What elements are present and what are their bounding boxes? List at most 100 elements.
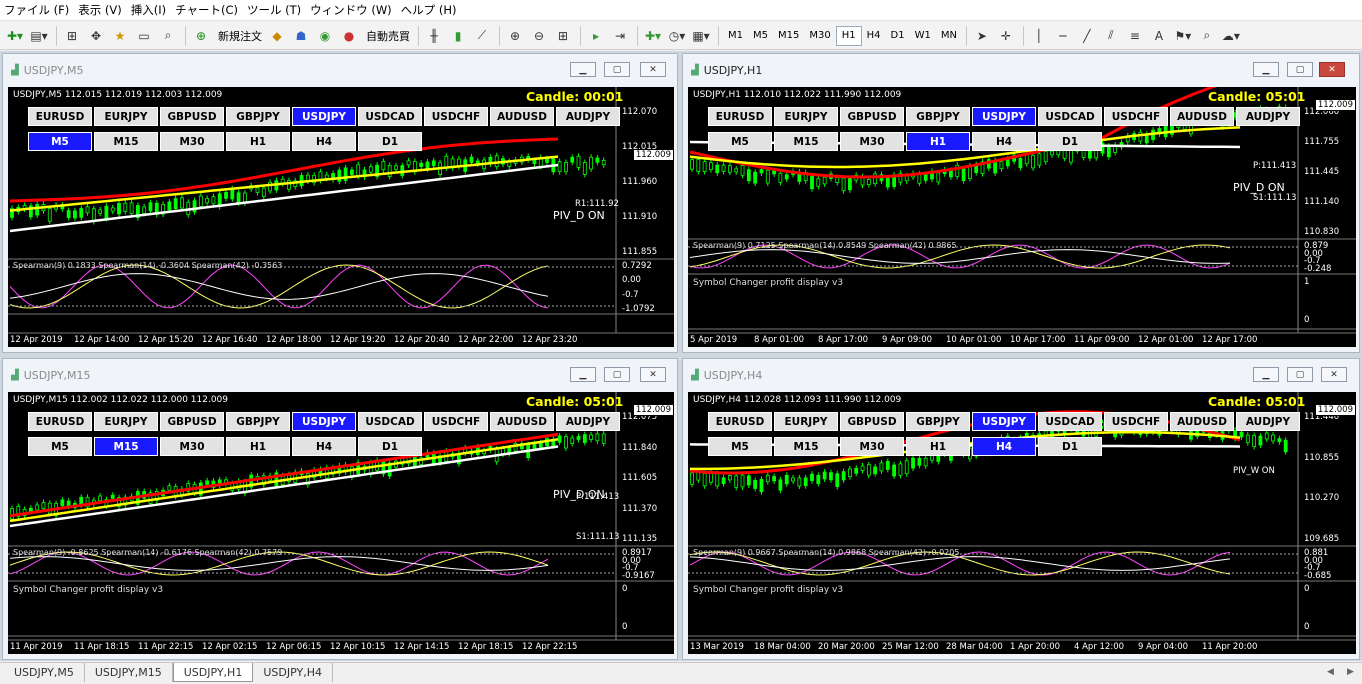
window-titlebar[interactable]: ▟ USDJPY,M15 ▁ ▢ ✕ xyxy=(3,359,677,392)
profiles-icon[interactable]: ▤▾ xyxy=(28,25,50,47)
window-titlebar[interactable]: ▟ USDJPY,H4 ▁ ▢ ✕ xyxy=(683,359,1359,392)
data-window-icon[interactable]: ✥ xyxy=(85,25,107,47)
period-button-h4[interactable]: H4 xyxy=(292,437,356,456)
meta-editor-icon[interactable]: ◆ xyxy=(266,25,288,47)
symbol-button-gbpjpy[interactable]: GBPJPY xyxy=(906,412,970,431)
menu-tools[interactable]: ツール (T) xyxy=(247,2,310,18)
chart-canvas[interactable] xyxy=(688,392,1356,654)
symbol-button-usdcad[interactable]: USDCAD xyxy=(1038,412,1102,431)
tester-icon[interactable]: ⌕ xyxy=(157,25,179,47)
autoscroll-icon[interactable]: ▸ xyxy=(585,25,607,47)
minimize-button[interactable]: ▁ xyxy=(1253,367,1279,382)
close-button[interactable]: ✕ xyxy=(1321,367,1347,382)
period-button-m30[interactable]: M30 xyxy=(840,132,904,151)
cursor-icon[interactable]: ➤ xyxy=(971,25,993,47)
symbol-button-usdjpy[interactable]: USDJPY xyxy=(972,107,1036,126)
new-chart-icon[interactable]: ✚▾ xyxy=(4,25,26,47)
period-button-h1[interactable]: H1 xyxy=(906,437,970,456)
symbol-button-usdjpy[interactable]: USDJPY xyxy=(292,107,356,126)
minimize-button[interactable]: ▁ xyxy=(570,62,596,77)
trendline-icon[interactable]: ╱ xyxy=(1076,25,1098,47)
period-button-h1[interactable]: H1 xyxy=(906,132,970,151)
symbol-button-usdchf[interactable]: USDCHF xyxy=(1104,412,1168,431)
symbol-button-gbpusd[interactable]: GBPUSD xyxy=(840,107,904,126)
chart-canvas[interactable] xyxy=(8,392,674,654)
period-button-d1[interactable]: D1 xyxy=(358,437,422,456)
tab-scroll-right-icon[interactable]: ▶ xyxy=(1347,667,1354,677)
symbol-button-audjpy[interactable]: AUDJPY xyxy=(1236,107,1300,126)
chart-window-h1[interactable]: ▟ USDJPY,H1 ▁ ▢ ✕ USDJPY,H1 112.010 112.… xyxy=(682,53,1360,353)
timeframe-w1[interactable]: W1 xyxy=(910,26,936,46)
chart-window-m5[interactable]: ▟ USDJPY,M5 ▁ ▢ ✕ USDJPY,M5 112.015 112.… xyxy=(2,53,678,353)
symbol-button-audjpy[interactable]: AUDJPY xyxy=(556,412,620,431)
period-button-m15[interactable]: M15 xyxy=(94,437,158,456)
text-icon[interactable]: A xyxy=(1148,25,1170,47)
symbol-button-gbpusd[interactable]: GBPUSD xyxy=(160,107,224,126)
menu-file[interactable]: ファイル (F) xyxy=(4,2,78,18)
auto-trade-button[interactable]: 自動売買 xyxy=(362,28,414,44)
chart-area[interactable]: USDJPY,H4 112.028 112.093 111.990 112.00… xyxy=(688,392,1356,654)
timeframe-m5[interactable]: M5 xyxy=(748,26,773,46)
period-button-h1[interactable]: H1 xyxy=(226,437,290,456)
symbol-button-audjpy[interactable]: AUDJPY xyxy=(1236,412,1300,431)
templates-icon[interactable]: ▦▾ xyxy=(690,25,712,47)
menu-view[interactable]: 表示 (V) xyxy=(78,2,131,18)
minimize-button[interactable]: ▁ xyxy=(570,367,596,382)
line-chart-icon[interactable]: ⟋ xyxy=(471,25,493,47)
symbol-button-gbpjpy[interactable]: GBPJPY xyxy=(226,412,290,431)
symbol-button-gbpusd[interactable]: GBPUSD xyxy=(160,412,224,431)
vertical-line-icon[interactable]: │ xyxy=(1028,25,1050,47)
symbol-button-usdjpy[interactable]: USDJPY xyxy=(972,412,1036,431)
arrows-icon[interactable]: ⚑▾ xyxy=(1172,25,1194,47)
tab-usdjpy-m5[interactable]: USDJPY,M5 xyxy=(4,663,85,682)
tab-scroll-left-icon[interactable]: ◀ xyxy=(1327,667,1334,677)
period-button-m30[interactable]: M30 xyxy=(160,132,224,151)
zoom-out-icon[interactable]: ⊖ xyxy=(528,25,550,47)
maximize-button[interactable]: ▢ xyxy=(604,62,630,77)
chart-area[interactable]: USDJPY,M15 112.002 112.022 112.000 112.0… xyxy=(8,392,674,654)
symbol-button-audusd[interactable]: AUDUSD xyxy=(1170,412,1234,431)
timeframe-m15[interactable]: M15 xyxy=(773,26,804,46)
timeframe-h1[interactable]: H1 xyxy=(835,25,862,46)
maximize-button[interactable]: ▢ xyxy=(1287,367,1313,382)
symbol-button-eurusd[interactable]: EURUSD xyxy=(28,412,92,431)
symbol-button-audjpy[interactable]: AUDJPY xyxy=(556,107,620,126)
menu-help[interactable]: ヘルプ (H) xyxy=(401,2,466,18)
horizontal-line-icon[interactable]: ─ xyxy=(1052,25,1074,47)
symbol-button-gbpjpy[interactable]: GBPJPY xyxy=(906,107,970,126)
navigator-icon[interactable]: ★ xyxy=(109,25,131,47)
crosshair-icon[interactable]: ✛ xyxy=(995,25,1017,47)
bar-chart-icon[interactable]: ╫ xyxy=(423,25,445,47)
symbol-button-audusd[interactable]: AUDUSD xyxy=(490,107,554,126)
timeframe-h4[interactable]: H4 xyxy=(862,26,886,46)
symbol-button-eurusd[interactable]: EURUSD xyxy=(708,107,772,126)
chart-window-m15[interactable]: ▟ USDJPY,M15 ▁ ▢ ✕ USDJPY,M15 112.002 11… xyxy=(2,358,678,660)
symbol-button-usdcad[interactable]: USDCAD xyxy=(358,107,422,126)
symbol-button-gbpusd[interactable]: GBPUSD xyxy=(840,412,904,431)
chart-area[interactable]: USDJPY,H1 112.010 112.022 111.990 112.00… xyxy=(688,87,1356,347)
period-button-m5[interactable]: M5 xyxy=(708,437,772,456)
maximize-button[interactable]: ▢ xyxy=(1287,62,1313,77)
symbol-button-audusd[interactable]: AUDUSD xyxy=(490,412,554,431)
period-button-d1[interactable]: D1 xyxy=(358,132,422,151)
zoom-in-icon[interactable]: ⊕ xyxy=(504,25,526,47)
period-button-h4[interactable]: H4 xyxy=(972,437,1036,456)
timeframe-d1[interactable]: D1 xyxy=(886,26,910,46)
close-button[interactable]: ✕ xyxy=(640,62,666,77)
symbol-button-audusd[interactable]: AUDUSD xyxy=(1170,107,1234,126)
timeframe-m30[interactable]: M30 xyxy=(804,26,835,46)
chart-shift-icon[interactable]: ⇥ xyxy=(609,25,631,47)
new-order-button[interactable]: 新規注文 xyxy=(214,28,266,44)
close-button[interactable]: ✕ xyxy=(1319,62,1345,77)
period-button-d1[interactable]: D1 xyxy=(1038,437,1102,456)
period-button-m5[interactable]: M5 xyxy=(28,132,92,151)
symbol-button-usdchf[interactable]: USDCHF xyxy=(1104,107,1168,126)
indicators-icon[interactable]: ✚▾ xyxy=(642,25,664,47)
symbol-button-eurjpy[interactable]: EURJPY xyxy=(774,412,838,431)
fibonacci-icon[interactable]: ≡ xyxy=(1124,25,1146,47)
symbol-button-eurjpy[interactable]: EURJPY xyxy=(774,107,838,126)
close-button[interactable]: ✕ xyxy=(640,367,666,382)
chart-canvas[interactable] xyxy=(688,87,1356,347)
maximize-button[interactable]: ▢ xyxy=(604,367,630,382)
terminal-icon[interactable]: ▭ xyxy=(133,25,155,47)
